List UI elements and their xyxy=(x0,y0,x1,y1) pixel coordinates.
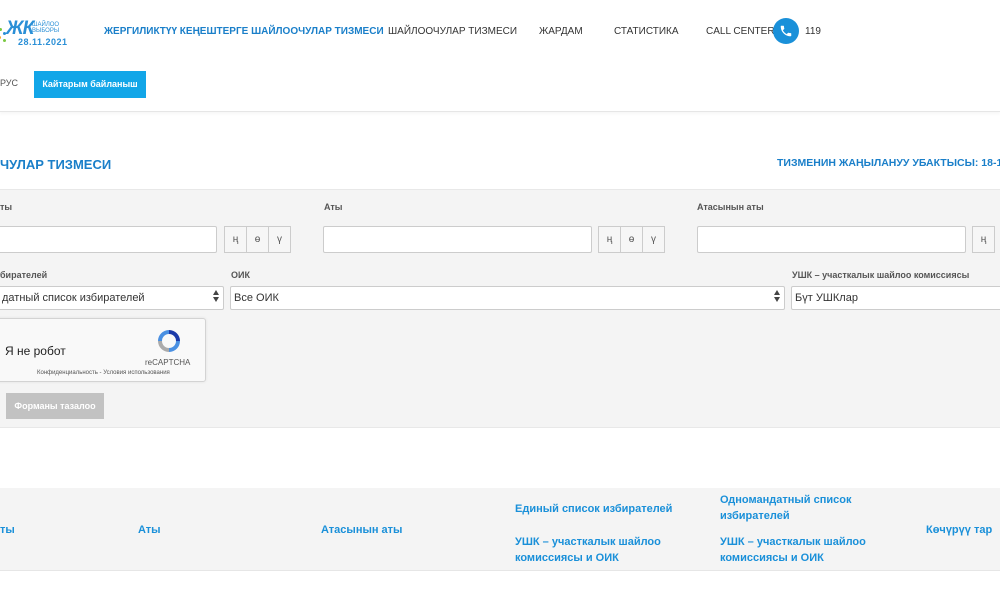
surname-label: ты xyxy=(0,202,13,212)
letter-o-button[interactable]: ө xyxy=(246,226,269,253)
clear-form-button[interactable]: Форманы тазалоо xyxy=(6,393,104,419)
surname-input[interactable] xyxy=(0,226,217,253)
call-center-number: 119 xyxy=(805,26,821,37)
logo-date: 28.11.2021 xyxy=(18,37,68,47)
voter-list-label: бирателей xyxy=(0,270,48,280)
patronymic-letter-buttons: ң xyxy=(972,226,995,253)
name-letter-buttons: ң ө ү xyxy=(598,226,665,253)
list-update-time: ТИЗМЕНИН ЖАҢЫЛАНУУ УБАКТЫСЫ: 18-1 xyxy=(777,157,1000,169)
letter-ng-button[interactable]: ң xyxy=(972,226,995,253)
select-arrows-icon xyxy=(213,290,220,306)
site-header: ЖК ШАЙЛОО ВЫБОРЫ 28.11.2021 Жергиликтүү … xyxy=(0,0,1000,112)
search-filter-panel: ты ң ө ү Аты ң ө ү Атасынын аты ң бирате… xyxy=(0,189,1000,428)
nav-local-councils-voters-list[interactable]: Жергиликтүү кеңештерге шайлоочулар тизме… xyxy=(104,26,384,37)
name-input[interactable] xyxy=(323,226,592,253)
letter-ng-button[interactable]: ң xyxy=(224,226,247,253)
nav-statistics[interactable]: Статистика xyxy=(614,26,679,37)
column-single-mandate-list[interactable]: Одномандатный список избирателей xyxy=(720,492,890,524)
patronymic-label: Атасынын аты xyxy=(697,202,764,212)
voter-list-select[interactable]: датный список избирателей xyxy=(0,286,224,310)
select-arrows-icon xyxy=(774,290,781,306)
patronymic-input[interactable] xyxy=(697,226,966,253)
recaptcha-links[interactable]: Конфиденциальность - Условия использован… xyxy=(37,370,170,376)
column-name[interactable]: Аты xyxy=(138,522,161,538)
feedback-button[interactable]: Кайтарым байланыш xyxy=(34,71,146,98)
page-title: ЧУЛАР ТИЗМЕСИ xyxy=(0,157,112,172)
ushk-label: УШК – участкалык шайлоо комиссиясы xyxy=(792,270,970,280)
logo-subtitle: ШАЙЛОО ВЫБОРЫ xyxy=(32,22,60,34)
oik-label: ОИК xyxy=(231,270,250,280)
phone-glyph xyxy=(780,25,792,37)
recaptcha-checkbox-label: Я не робот xyxy=(5,344,66,358)
letter-ng-button[interactable]: ң xyxy=(598,226,621,253)
language-switch-ru[interactable]: РУС xyxy=(0,78,18,88)
letter-u-button[interactable]: ү xyxy=(642,226,665,253)
letter-o-button[interactable]: ө xyxy=(620,226,643,253)
recaptcha-brand: reCAPTCHA xyxy=(145,358,191,367)
column-copy[interactable]: Көчүрүү тар xyxy=(926,522,992,538)
phone-icon[interactable] xyxy=(773,18,799,44)
column-patronymic[interactable]: Атасынын аты xyxy=(321,522,402,538)
nav-help[interactable]: Жардам xyxy=(539,26,583,37)
column-unified-list[interactable]: Единый список избирателей xyxy=(515,501,695,517)
surname-letter-buttons: ң ө ү xyxy=(224,226,291,253)
nav-voters-list[interactable]: Шайлоочулар тизмеси xyxy=(388,26,517,37)
column-single-mandate-ushk-oik[interactable]: УШК – участкалык шайлоо комиссиясы и ОИК xyxy=(720,534,890,566)
election-logo[interactable]: ЖК ШАЙЛОО ВЫБОРЫ 28.11.2021 xyxy=(0,18,76,50)
recaptcha-widget[interactable]: Я не робот reCAPTCHA Конфиденциальность … xyxy=(0,318,206,382)
oik-select[interactable]: Все ОИК xyxy=(230,286,785,310)
ushk-select[interactable]: Бүт УШКлар xyxy=(791,286,1000,310)
letter-u-button[interactable]: ү xyxy=(268,226,291,253)
results-table-header: ты Аты Атасынын аты Единый список избира… xyxy=(0,488,1000,571)
nav-call-center[interactable]: Call center xyxy=(706,26,775,37)
column-surname[interactable]: ты xyxy=(0,522,15,538)
name-label: Аты xyxy=(324,202,343,212)
recaptcha-icon xyxy=(158,330,180,352)
column-unified-ushk-oik[interactable]: УШК – участкалык шайлоо комиссиясы и ОИК xyxy=(515,534,695,566)
